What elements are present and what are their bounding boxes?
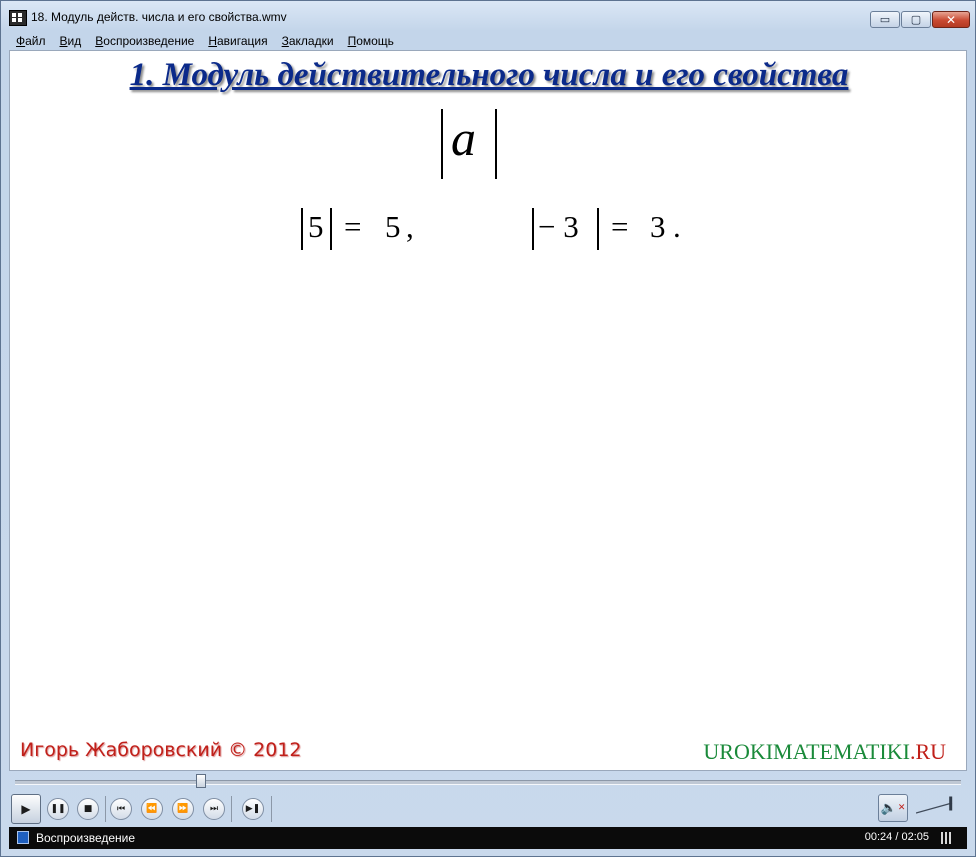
menu-view[interactable]: Вид (60, 32, 82, 50)
playback-time: 00:24 / 02:05 (864, 831, 929, 843)
separator (105, 796, 106, 822)
play-button[interactable]: ▶ (11, 794, 41, 824)
stop-icon: ■ (83, 804, 93, 814)
example2-result: 3 (650, 209, 666, 244)
variable-a: a (451, 110, 476, 166)
abs-bar-left (532, 208, 534, 250)
play-icon: ▶ (21, 802, 31, 816)
mute-button[interactable]: 🔈 ✕ (878, 794, 908, 822)
seek-thumb[interactable] (196, 774, 206, 788)
example1-inside: 5 (308, 209, 324, 244)
absolute-value-symbol: a (437, 107, 501, 179)
maximize-icon: ▢ (910, 13, 922, 26)
menu-playback[interactable]: Воспроизведение (95, 32, 194, 50)
playback-status-icon (17, 831, 29, 844)
window-title: 18. Модуль действ. числа и его свойства.… (31, 10, 287, 24)
separator (231, 796, 232, 822)
example1-result: 5 (385, 209, 401, 244)
frame-step-button[interactable]: ▶❚ (242, 798, 264, 820)
volume-slider[interactable] (916, 795, 964, 817)
previous-icon: ⏮ (116, 804, 126, 814)
status-bar: Воспроизведение 00:24 / 02:05 (9, 827, 967, 849)
abs-bar-left (301, 208, 303, 250)
frame-step-icon: ▶❚ (245, 804, 261, 814)
slide-title: 1. Модуль действительного числа и его св… (129, 57, 849, 93)
abs-bar-right (597, 208, 599, 250)
fast-forward-icon: ⏩ (177, 804, 189, 814)
video-display[interactable]: 1. Модуль действительного числа и его св… (9, 50, 967, 771)
separator (271, 796, 272, 822)
next-icon: ⏭ (209, 804, 219, 814)
seek-bar[interactable] (15, 774, 961, 788)
minimize-icon: ▭ (879, 13, 891, 26)
menu-help[interactable]: Помощь (348, 32, 394, 50)
example1-equals: = (344, 209, 362, 244)
menu-bar: Файл Вид Воспроизведение Навигация Закла… (9, 32, 967, 50)
abs-bar-left (441, 109, 443, 179)
example2-equals: = (611, 209, 629, 244)
next-button[interactable]: ⏭ (203, 798, 225, 820)
site-name-domain: .RU (909, 739, 946, 764)
rewind-button[interactable]: ⏪ (141, 798, 163, 820)
muted-x-icon: ✕ (897, 803, 906, 813)
example2-punct: . (673, 209, 681, 244)
menu-bookmarks[interactable]: Закладки (282, 32, 334, 50)
mute-icon: 🔈 (880, 800, 897, 816)
pause-icon: ❚❚ (50, 804, 66, 814)
abs-bar-right (330, 208, 332, 250)
playback-status: Воспроизведение (36, 831, 136, 845)
close-button[interactable]: ✕ (932, 11, 970, 28)
stop-button[interactable]: ■ (77, 798, 99, 820)
site-name-main: UROKIMATEMATIKI (703, 739, 910, 764)
minimize-button[interactable]: ▭ (870, 11, 900, 28)
fast-forward-button[interactable]: ⏩ (172, 798, 194, 820)
resize-grip-icon[interactable] (941, 831, 959, 845)
menu-file[interactable]: Файл (16, 32, 46, 50)
pause-button[interactable]: ❚❚ (47, 798, 69, 820)
example2-inside: − 3 (538, 209, 579, 244)
volume-thumb[interactable] (949, 796, 953, 811)
title-bar[interactable]: 18. Модуль действ. числа и его свойства.… (1, 1, 975, 33)
volume-track (916, 802, 953, 814)
media-player-window: 18. Модуль действ. числа и его свойства.… (0, 0, 976, 857)
menu-navigation[interactable]: Навигация (208, 32, 267, 50)
abs-bar-right (495, 109, 497, 179)
close-icon: ✕ (945, 12, 957, 27)
previous-button[interactable]: ⏮ (110, 798, 132, 820)
example1-punct: , (406, 209, 414, 244)
film-clapper-icon (9, 10, 27, 26)
rewind-icon: ⏪ (146, 804, 158, 814)
author-credit: Игорь Жаборовский © 2012 (20, 739, 302, 761)
maximize-button[interactable]: ▢ (901, 11, 931, 28)
site-name: UROKIMATEMATIKI.RU (703, 739, 946, 765)
